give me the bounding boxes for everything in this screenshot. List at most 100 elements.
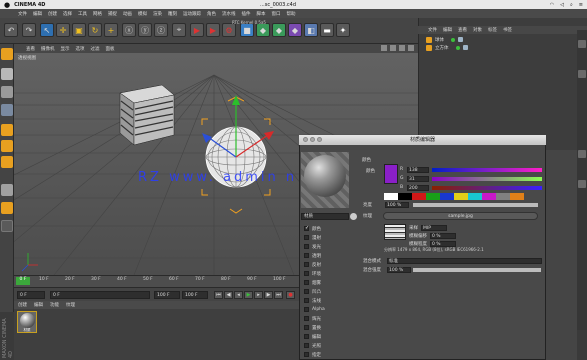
palette-swatch[interactable]: [496, 193, 510, 200]
channel-checkbox[interactable]: [304, 289, 309, 294]
axis-mode-icon[interactable]: [1, 184, 13, 196]
object-menu-edit[interactable]: 编辑: [443, 27, 452, 33]
coordinate-system-icon[interactable]: ⌖: [172, 23, 186, 37]
menu-snap[interactable]: 捕捉: [108, 11, 117, 17]
channel-checkbox[interactable]: [304, 307, 309, 312]
zoom-icon[interactable]: [390, 45, 396, 51]
timeline-ruler[interactable]: 0 F 10 F 20 F 30 F 40 F 50 F 60 F 70 F 8…: [14, 275, 299, 287]
material-menu-texture[interactable]: 纹理: [66, 302, 75, 308]
subdivision-icon[interactable]: ◆: [256, 23, 270, 37]
app-name[interactable]: CINEMA 4D: [14, 2, 45, 8]
rotate-icon[interactable]: ↻: [88, 23, 102, 37]
minimize-window-icon[interactable]: [310, 137, 315, 142]
model-mode-icon[interactable]: [1, 68, 13, 80]
material-editor-titlebar[interactable]: 材质编辑器: [299, 135, 546, 145]
red-value-field[interactable]: 138: [407, 166, 429, 173]
deformer-icon[interactable]: ◆: [288, 23, 302, 37]
texture-tag-icon[interactable]: [458, 37, 463, 42]
palette-swatch[interactable]: [384, 193, 398, 200]
render-settings-icon[interactable]: ⚙: [222, 23, 236, 37]
object-menu-objects[interactable]: 对象: [473, 27, 482, 33]
visibility-dot-icon[interactable]: [451, 37, 455, 42]
end-frame-field[interactable]: 100 F: [154, 291, 180, 299]
render-picture-viewer-icon[interactable]: ▶: [206, 23, 220, 37]
snap-icon[interactable]: [1, 220, 13, 232]
wifi-icon[interactable]: ◠: [550, 2, 554, 8]
channel-row[interactable]: 漫射: [304, 234, 321, 241]
visibility-dot-icon[interactable]: [455, 45, 460, 50]
menu-mesh[interactable]: 网格: [93, 11, 102, 17]
max-frame-field[interactable]: 100 F: [182, 291, 208, 299]
channel-checkbox[interactable]: [304, 226, 309, 231]
next-frame-icon[interactable]: ▸: [254, 291, 263, 299]
y-axis-icon[interactable]: ⓨ: [138, 23, 152, 37]
object-row-cube[interactable]: 立方体: [426, 44, 468, 51]
viewport-menu-view[interactable]: 查看: [26, 46, 35, 52]
channel-label[interactable]: 烟雾: [312, 280, 321, 286]
next-key-icon[interactable]: ▶: [264, 291, 273, 299]
channel-checkbox[interactable]: [304, 316, 309, 321]
channel-row[interactable]: 置换: [304, 324, 321, 331]
move-icon[interactable]: ✛: [56, 23, 70, 37]
menu-edit[interactable]: 编辑: [33, 11, 42, 17]
material-menu-create[interactable]: 创建: [18, 302, 27, 308]
search-icon[interactable]: ⌕: [570, 2, 573, 8]
object-name[interactable]: 球体: [435, 37, 444, 43]
workplane-icon[interactable]: [1, 104, 13, 116]
channel-row[interactable]: 烟雾: [304, 279, 321, 286]
list-icon[interactable]: ≡: [579, 2, 583, 8]
color-section-header[interactable]: 颜色: [362, 157, 371, 163]
channel-row[interactable]: 光照: [304, 342, 321, 349]
object-menu-view[interactable]: 查看: [458, 27, 467, 33]
channel-row[interactable]: 编辑: [304, 333, 321, 340]
channel-checkbox[interactable]: [304, 262, 309, 267]
menu-plugins[interactable]: 插件: [242, 11, 251, 17]
camera-icon[interactable]: ▬: [320, 23, 334, 37]
channel-label[interactable]: 颜色: [312, 226, 321, 232]
channel-checkbox[interactable]: [304, 343, 309, 348]
channel-row[interactable]: 辉光: [304, 315, 321, 322]
channel-checkbox[interactable]: [304, 334, 309, 339]
channel-row[interactable]: 法线: [304, 297, 321, 304]
x-axis-icon[interactable]: ⓧ: [122, 23, 136, 37]
object-name[interactable]: 立方体: [435, 45, 449, 51]
channel-row[interactable]: 指定: [304, 351, 321, 358]
channel-checkbox[interactable]: [304, 244, 309, 249]
menu-simulate[interactable]: 模拟: [138, 11, 147, 17]
channel-label[interactable]: 辉光: [312, 316, 321, 322]
channel-checkbox[interactable]: [304, 325, 309, 330]
z-axis-icon[interactable]: ⓩ: [154, 23, 168, 37]
material-name-field[interactable]: 材质: [301, 213, 349, 220]
current-frame-field[interactable]: 0 F: [50, 291, 150, 299]
undo-icon[interactable]: ↶: [4, 23, 18, 37]
channel-label[interactable]: 反射: [312, 262, 321, 268]
viewport-menu-filter[interactable]: 过滤: [91, 46, 100, 52]
menu-script[interactable]: 脚本: [257, 11, 266, 17]
orbit-icon[interactable]: [399, 45, 405, 51]
menu-help[interactable]: 帮助: [287, 11, 296, 17]
channel-label[interactable]: 编辑: [312, 334, 321, 340]
points-mode-icon[interactable]: [1, 124, 13, 136]
menu-animate[interactable]: 动画: [123, 11, 132, 17]
material-swatch[interactable]: 材质: [17, 311, 37, 333]
go-to-end-icon[interactable]: ⏭: [274, 291, 283, 299]
channel-label[interactable]: 发光: [312, 244, 321, 250]
channel-label[interactable]: 法线: [312, 298, 321, 304]
palette-swatch[interactable]: [412, 193, 426, 200]
light-icon[interactable]: ✦: [336, 23, 350, 37]
channel-row[interactable]: 发光: [304, 243, 321, 250]
channel-label[interactable]: Alpha: [312, 307, 325, 312]
texture-mode-icon[interactable]: [1, 86, 13, 98]
material-menu-function[interactable]: 功能: [50, 302, 59, 308]
mix-strength-field[interactable]: 100 %: [387, 267, 411, 273]
channel-checkbox[interactable]: [304, 280, 309, 285]
menu-sculpt[interactable]: 雕刻: [168, 11, 177, 17]
channel-checkbox[interactable]: [304, 253, 309, 258]
blue-slider[interactable]: [432, 185, 542, 190]
attributes-tab-icon[interactable]: [578, 150, 586, 158]
channel-label[interactable]: 光照: [312, 343, 321, 349]
green-value-field[interactable]: 31: [407, 175, 429, 182]
object-row-sphere[interactable]: 球体: [426, 36, 463, 43]
texture-tag-icon[interactable]: [462, 45, 468, 50]
content-browser-tab-icon[interactable]: [578, 70, 586, 78]
